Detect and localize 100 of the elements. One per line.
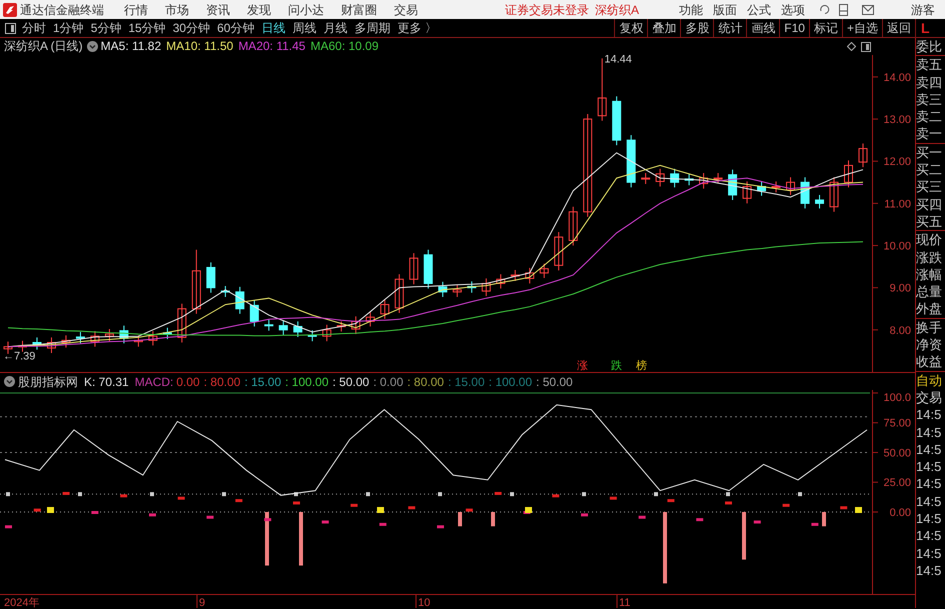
axis-tick-label: 0.00 xyxy=(890,507,911,519)
candle xyxy=(46,336,56,354)
candle xyxy=(394,274,404,314)
period-tab[interactable]: 分时 xyxy=(22,19,46,37)
toolbar-button[interactable]: 标记 xyxy=(808,19,842,37)
indicator-value: MA5: 11.82 xyxy=(100,38,162,55)
candle xyxy=(496,274,506,290)
corner-label: L xyxy=(915,18,945,38)
candle xyxy=(786,176,796,196)
indicator-value: : 80.00 xyxy=(407,374,444,390)
candle xyxy=(177,303,186,343)
menu-item[interactable]: 功能 xyxy=(679,0,704,18)
candle xyxy=(815,194,824,209)
menu-item[interactable]: 交易 xyxy=(394,0,418,18)
quote-field-label: 卖一 xyxy=(916,125,943,143)
candle xyxy=(206,262,216,294)
auto-trade-label[interactable]: 自动 xyxy=(916,372,945,389)
indicator-value: MA10: 11.50 xyxy=(166,38,234,55)
period-tab[interactable]: 1分钟 xyxy=(53,19,84,37)
candle xyxy=(772,180,781,193)
period-tab[interactable]: 5分钟 xyxy=(90,19,122,37)
candle xyxy=(134,334,143,348)
axis-tick-label: 8.00 xyxy=(890,324,911,337)
candle xyxy=(308,330,317,342)
menu-item[interactable]: 发现 xyxy=(247,0,271,18)
axis-tick-label: 10.00 xyxy=(883,240,911,253)
period-tab[interactable]: 15分钟 xyxy=(128,19,166,37)
menu-item[interactable]: 行情 xyxy=(124,0,148,18)
candle xyxy=(104,328,114,342)
candle xyxy=(598,58,607,122)
axis-tick-label: 13.00 xyxy=(883,114,911,126)
ranking-tab[interactable]: 涨 xyxy=(577,360,588,372)
toolbar-button[interactable]: 叠加 xyxy=(647,19,680,37)
dropdown-icon[interactable] xyxy=(86,41,98,52)
period-tab[interactable]: 周线 xyxy=(292,19,316,37)
axis-tick-label: 75.00 xyxy=(883,418,911,430)
ranking-tab[interactable]: 跌 xyxy=(611,360,622,372)
candle xyxy=(844,160,853,188)
toolbar-button[interactable]: 多股 xyxy=(680,19,714,37)
toolbar-button[interactable]: 复权 xyxy=(614,19,648,37)
candle xyxy=(858,143,868,168)
candle xyxy=(119,325,128,344)
axis-tick-label: 11.00 xyxy=(884,198,911,210)
toolbar-button[interactable]: +自选 xyxy=(842,19,882,37)
app-title: 通达信金融终端 xyxy=(20,2,104,18)
indicator-value: : 15.00 xyxy=(448,374,485,390)
ranking-tab[interactable]: 榜 xyxy=(636,360,647,372)
panel-toggle-icon[interactable] xyxy=(5,22,16,34)
menu-item[interactable]: 公式 xyxy=(747,0,772,18)
period-tab[interactable]: 60分钟 xyxy=(217,19,254,37)
menu-item[interactable]: 选项 xyxy=(781,0,806,18)
candle xyxy=(76,331,85,344)
candle xyxy=(250,300,259,327)
period-tab[interactable]: 多周期 xyxy=(354,19,390,37)
diamond-icon[interactable] xyxy=(847,42,856,51)
candle xyxy=(366,312,375,327)
logo-icon xyxy=(3,2,17,16)
period-tab[interactable]: 30分钟 xyxy=(172,19,210,37)
menu-item[interactable]: 财富圈 xyxy=(341,0,377,18)
candle xyxy=(380,299,390,320)
period-tab[interactable]: 日线 xyxy=(261,19,286,37)
toolbar-button[interactable]: F10 xyxy=(779,19,809,37)
candle xyxy=(467,280,476,294)
axis-tick-label: 100.0 xyxy=(883,392,911,404)
low-price-label: ←7.39 xyxy=(3,350,36,363)
trade-time: 14:5 xyxy=(916,527,942,545)
menu-item[interactable]: 市场 xyxy=(165,0,189,18)
toolbar-button[interactable]: 返回 xyxy=(882,19,915,37)
trade-time: 14:5 xyxy=(916,440,942,458)
quote-field-label: 卖三 xyxy=(916,90,943,108)
toolbar-button[interactable]: 统计 xyxy=(713,19,746,37)
date-axis-label: 2024年 xyxy=(4,597,40,608)
indicator-value: : 100.00 xyxy=(285,374,329,390)
menu-item[interactable]: 资讯 xyxy=(206,0,230,18)
mail-icon[interactable] xyxy=(862,4,874,14)
indicator-value: 0.00 xyxy=(176,374,200,390)
toolbar-button[interactable]: 画线 xyxy=(746,19,780,37)
indicator-value: : 100.00 xyxy=(488,374,532,390)
candle xyxy=(757,180,766,196)
user-name[interactable]: 游客 xyxy=(911,0,935,18)
menu-item[interactable]: 版面 xyxy=(713,0,738,18)
menu-item[interactable]: 问小达 xyxy=(288,0,324,18)
candle xyxy=(554,232,564,271)
auto-trade-label[interactable]: 交易 xyxy=(916,388,945,406)
quote-field-label: 买一 xyxy=(916,144,943,162)
period-tab[interactable]: 月线 xyxy=(323,19,348,37)
candle xyxy=(409,252,418,285)
axis-tick-label: 12.00 xyxy=(883,156,911,168)
indicator-value: : 0.00 xyxy=(373,374,404,390)
trade-time: 14:5 xyxy=(916,562,942,580)
quote-field-label: 收益 xyxy=(916,353,943,371)
more-menu[interactable]: 更多 〉 xyxy=(397,19,437,37)
candle xyxy=(336,320,346,332)
candle xyxy=(612,96,622,146)
indicator-value: : 50.00 xyxy=(332,374,370,390)
panel-icon[interactable] xyxy=(861,42,871,52)
dropdown-icon[interactable] xyxy=(4,376,15,387)
candle xyxy=(540,263,549,278)
candle xyxy=(656,168,665,188)
trade-time: 14:5 xyxy=(916,544,942,562)
